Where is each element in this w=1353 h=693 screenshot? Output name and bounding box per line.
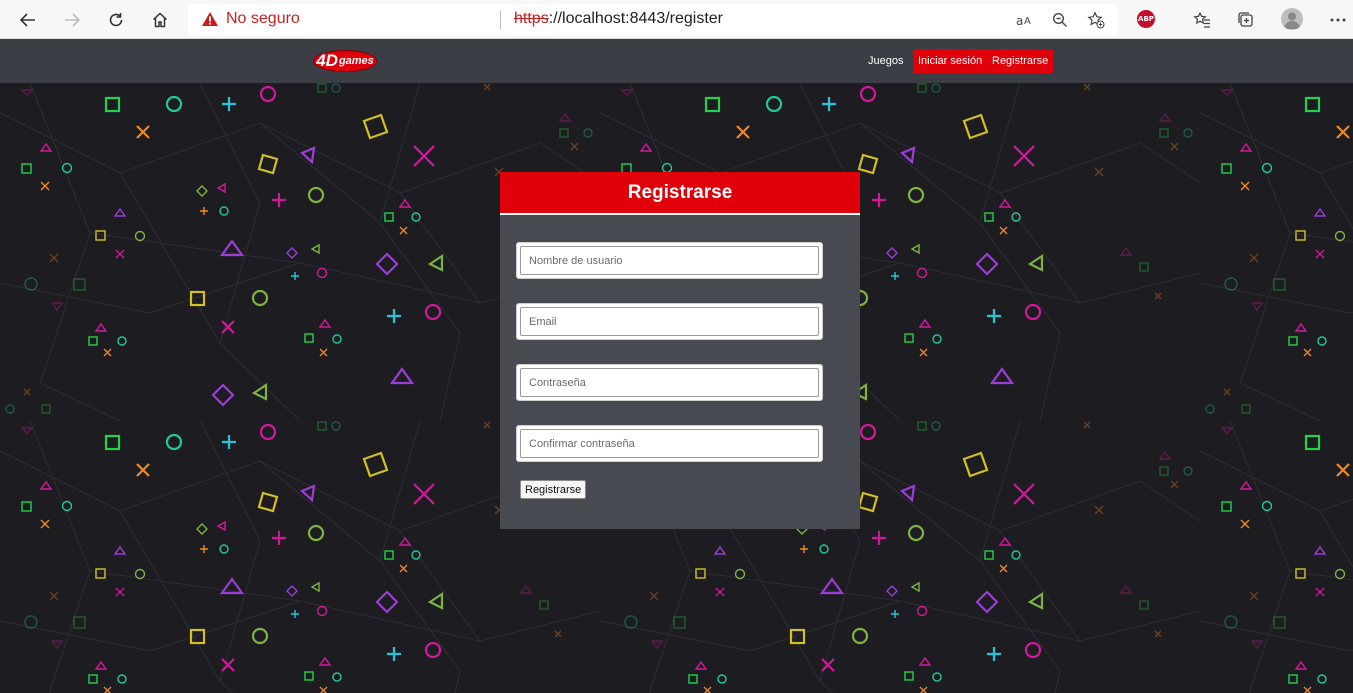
insecure-label: No seguro — [226, 10, 300, 27]
confirm-password-input[interactable] — [520, 429, 819, 458]
url-host: ://localhost:8443/register — [548, 10, 724, 27]
reload-button[interactable] — [102, 6, 130, 34]
warning-icon — [201, 11, 219, 32]
password-field-wrapper — [516, 364, 823, 401]
url-scheme: https — [514, 10, 549, 27]
more-menu-icon[interactable] — [1327, 9, 1349, 31]
address-separator — [500, 11, 501, 29]
confirm-password-field-wrapper — [516, 425, 823, 462]
site-logo[interactable]: 4D games — [313, 50, 377, 72]
adblock-plus-icon[interactable]: ABP — [1137, 10, 1155, 28]
profile-avatar[interactable] — [1281, 8, 1303, 30]
back-arrow-icon — [19, 13, 35, 27]
username-field-wrapper — [516, 242, 823, 279]
home-icon — [152, 12, 168, 28]
register-card: Registrarse Registrarse — [500, 172, 860, 529]
collections-icon[interactable] — [1235, 9, 1257, 31]
svg-text:a: a — [1016, 14, 1023, 28]
nav-login-button[interactable]: Iniciar sesión — [913, 49, 988, 73]
site-navbar: 4D games Juegos Iniciar sesión Registrars… — [0, 39, 1353, 83]
forward-button[interactable] — [58, 6, 86, 34]
password-input[interactable] — [520, 368, 819, 397]
nav-register-button[interactable]: Registrarse — [987, 49, 1054, 73]
logo-number: 4D — [316, 51, 338, 70]
register-title: Registrarse — [500, 172, 860, 215]
username-input[interactable] — [520, 246, 819, 275]
browser-toolbar: No seguro https://localhost:8443/registe… — [0, 0, 1353, 39]
nav-games-link[interactable]: Juegos — [863, 49, 908, 73]
logo-text: games — [338, 55, 374, 67]
svg-text:A: A — [1024, 16, 1031, 27]
url-text: https://localhost:8443/register — [514, 10, 723, 28]
email-field-wrapper — [516, 303, 823, 340]
home-button[interactable] — [146, 6, 174, 34]
back-button[interactable] — [14, 6, 42, 34]
read-aloud-icon[interactable]: aA — [1015, 10, 1035, 30]
email-input[interactable] — [520, 307, 819, 336]
reload-icon — [109, 13, 123, 27]
zoom-icon[interactable] — [1050, 10, 1070, 30]
add-favorite-icon[interactable] — [1086, 10, 1106, 30]
favorites-icon[interactable] — [1191, 9, 1213, 31]
address-bar[interactable]: No seguro https://localhost:8443/registe… — [188, 4, 1118, 35]
forward-arrow-icon — [65, 13, 81, 27]
register-submit-button[interactable]: Registrarse — [520, 480, 587, 499]
